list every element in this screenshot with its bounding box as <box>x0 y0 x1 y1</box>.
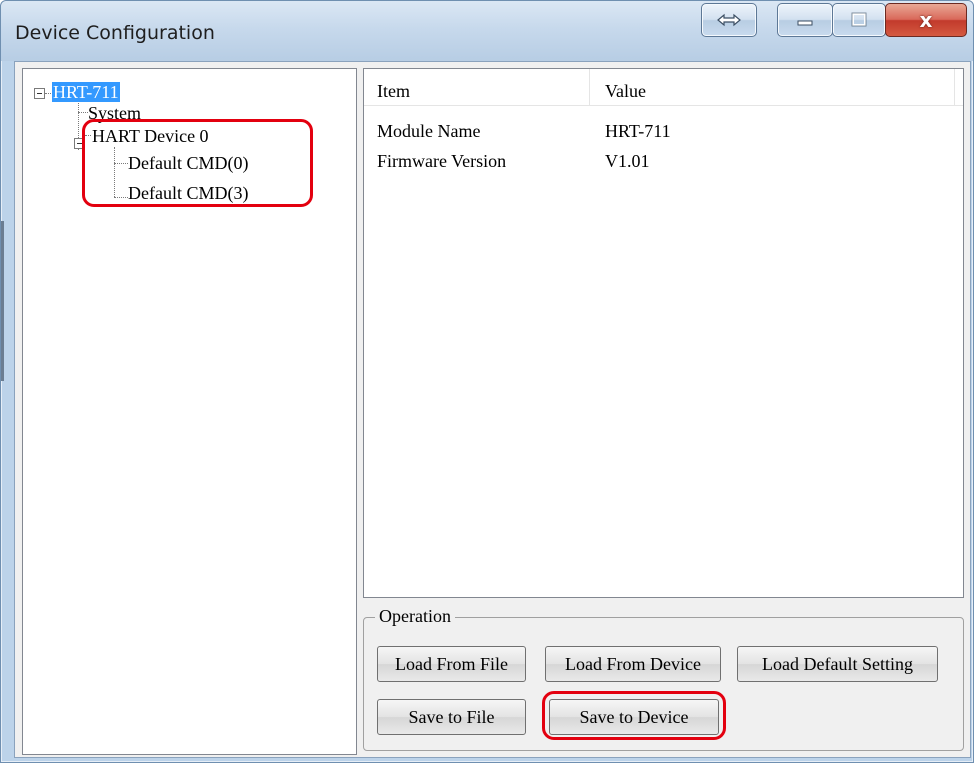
tree-connector <box>45 93 51 94</box>
tree-item-hart-device-0[interactable]: HART Device 0 <box>92 126 209 146</box>
maximize-button[interactable] <box>832 3 886 37</box>
minimize-icon <box>797 20 813 26</box>
collapse-toggle-icon[interactable] <box>34 88 45 99</box>
tree-connector <box>85 135 91 136</box>
column-header-item[interactable]: Item <box>377 81 410 102</box>
load-from-file-button[interactable]: Load From File <box>377 646 526 682</box>
window-edge <box>1 221 4 381</box>
tree-connector <box>114 163 128 164</box>
client-area: HRT-711 System HART Device 0 Default CMD… <box>14 61 971 758</box>
minimize-button[interactable] <box>777 3 833 37</box>
collapse-toggle-icon[interactable] <box>74 138 85 149</box>
window-title: Device Configuration <box>15 22 215 44</box>
load-default-setting-button[interactable]: Load Default Setting <box>737 646 938 682</box>
tree-item-label: System <box>88 103 142 123</box>
property-list[interactable]: Item Value Module Name HRT-711 Firmware … <box>363 68 964 598</box>
tree-connector <box>114 147 115 197</box>
cell-value: V1.01 <box>605 151 650 171</box>
title-bar[interactable]: Device Configuration x <box>1 1 973 61</box>
tree-item-label: Default CMD(3) <box>128 183 249 203</box>
column-divider[interactable] <box>954 69 955 105</box>
close-icon: x <box>919 8 933 32</box>
tree-root-hrt711[interactable]: HRT-711 <box>52 82 120 102</box>
save-to-device-button[interactable]: Save to Device <box>549 699 719 735</box>
save-to-file-button[interactable]: Save to File <box>377 699 526 735</box>
resize-button[interactable] <box>701 3 757 37</box>
column-divider[interactable] <box>589 69 590 105</box>
maximize-icon <box>851 12 867 27</box>
column-header-value[interactable]: Value <box>605 81 646 102</box>
cell-item: Module Name <box>377 121 481 141</box>
tree-item-label: Default CMD(0) <box>128 153 249 173</box>
load-from-device-button[interactable]: Load From Device <box>545 646 721 682</box>
device-configuration-window: Device Configuration x HRT-711 System HA… <box>0 0 974 763</box>
close-button[interactable]: x <box>885 3 967 37</box>
tree-item-system[interactable]: System <box>88 103 141 123</box>
double-arrow-icon <box>717 13 741 27</box>
tree-item-default-cmd-3[interactable]: Default CMD(3) <box>128 183 248 203</box>
tree-connector <box>114 197 128 198</box>
device-tree[interactable]: HRT-711 System HART Device 0 Default CMD… <box>22 68 357 755</box>
tree-root-label: HRT-711 <box>52 82 120 102</box>
cell-item: Firmware Version <box>377 151 507 171</box>
list-header: Item Value <box>364 69 963 106</box>
tree-item-label: HART Device 0 <box>92 126 209 146</box>
tree-item-default-cmd-0[interactable]: Default CMD(0) <box>128 153 248 173</box>
tree-connector <box>78 112 88 113</box>
operation-group-title: Operation <box>375 606 455 627</box>
cell-value: HRT-711 <box>605 121 671 141</box>
